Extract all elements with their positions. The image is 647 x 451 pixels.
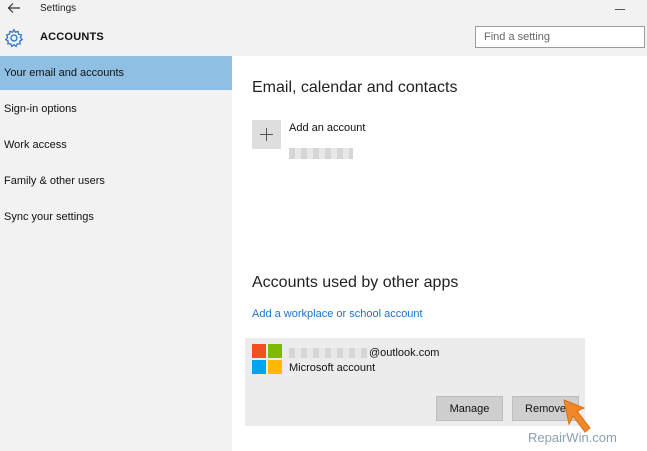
sidebar-item-email-accounts[interactable]: Your email and accounts [0, 56, 232, 90]
header: ACCOUNTS [0, 20, 647, 56]
sidebar-item-work-access[interactable]: Work access [0, 128, 232, 162]
redacted-account-name [289, 148, 353, 159]
manage-button[interactable]: Manage [436, 396, 503, 421]
email-section-title: Email, calendar and contacts [252, 79, 458, 96]
page-title: ACCOUNTS [40, 31, 104, 43]
window-title: Settings [40, 3, 77, 14]
sidebar-item-label: Family & other users [4, 175, 105, 187]
redacted-email [289, 348, 367, 358]
microsoft-logo-icon [252, 344, 282, 374]
sidebar-item-label: Sign-in options [4, 103, 77, 115]
minimize-icon[interactable] [615, 9, 625, 10]
sidebar-item-label: Your email and accounts [4, 67, 125, 79]
sidebar-item-sync-settings[interactable]: Sync your settings [0, 200, 232, 234]
sidebar: Your email and accounts Sign-in options … [0, 56, 232, 451]
account-email: @outlook.com [369, 347, 440, 359]
account-type: Microsoft account [289, 362, 376, 374]
account-card[interactable]: @outlook.com Microsoft account Manage Re… [245, 338, 585, 426]
sidebar-item-label: Sync your settings [4, 211, 94, 223]
sidebar-item-sign-in-options[interactable]: Sign-in options [0, 92, 232, 126]
watermark: RepairWin.com [528, 430, 617, 445]
apps-section-title: Accounts used by other apps [252, 274, 459, 291]
sidebar-item-label: Work access [4, 139, 67, 151]
main-content: Email, calendar and contacts Add an acco… [232, 56, 647, 451]
add-workplace-account-link[interactable]: Add a workplace or school account [252, 308, 423, 320]
sidebar-item-family-users[interactable]: Family & other users [0, 164, 232, 198]
add-account-label[interactable]: Add an account [289, 122, 365, 134]
gear-icon [4, 28, 24, 48]
add-account-button[interactable] [252, 120, 281, 149]
back-arrow-icon[interactable] [6, 1, 22, 15]
title-bar: Settings [0, 0, 647, 20]
search-input[interactable] [476, 27, 644, 47]
search-box[interactable] [475, 26, 645, 48]
